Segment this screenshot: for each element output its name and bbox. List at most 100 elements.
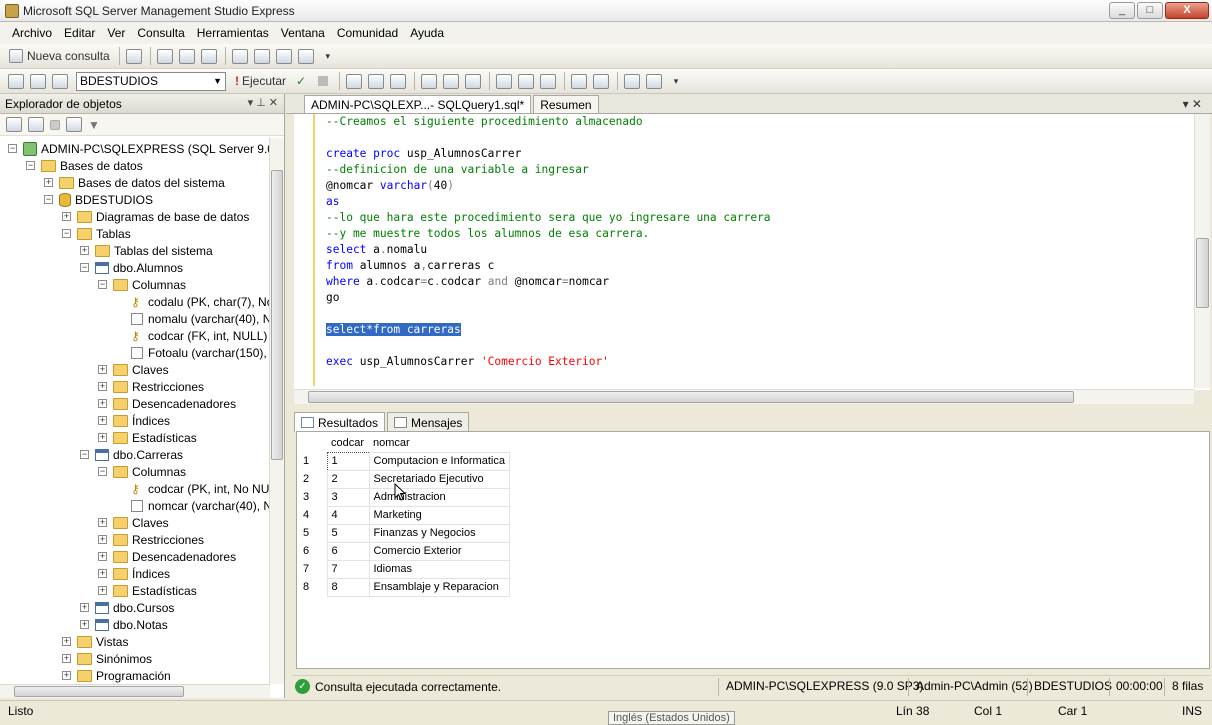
- query-designer-button[interactable]: [366, 71, 386, 91]
- cell-codcar[interactable]: 3: [326, 487, 370, 507]
- cell-nomcar[interactable]: Ensamblaje y Reparacion: [368, 577, 510, 597]
- tree-node[interactable]: + Estadísticas: [98, 582, 197, 599]
- expand-icon[interactable]: +: [98, 365, 107, 374]
- tree-vertical-scrollbar[interactable]: [269, 138, 284, 684]
- disconnect-button[interactable]: [50, 71, 70, 91]
- execute-button[interactable]: ! Ejecutar: [232, 71, 289, 91]
- scrollbar-thumb[interactable]: [1196, 238, 1209, 308]
- cell-nomcar[interactable]: Idiomas: [368, 559, 510, 579]
- menu-comunidad[interactable]: Comunidad: [331, 26, 404, 40]
- expand-icon[interactable]: +: [62, 637, 71, 646]
- expand-icon[interactable]: +: [62, 654, 71, 663]
- collapse-icon[interactable]: −: [98, 467, 107, 476]
- menu-ayuda[interactable]: Ayuda: [404, 26, 450, 40]
- tree-node[interactable]: nomcar (varchar(40), NU: [116, 497, 270, 514]
- menu-consulta[interactable]: Consulta: [131, 26, 190, 40]
- results-file-button[interactable]: [516, 71, 536, 91]
- tree-node[interactable]: + Diagramas de base de datos: [62, 208, 249, 225]
- uncomment-button[interactable]: [591, 71, 611, 91]
- tree-node[interactable]: + Índices: [98, 565, 170, 582]
- expand-icon[interactable]: +: [98, 586, 107, 595]
- cell-codcar[interactable]: 5: [326, 523, 370, 543]
- display-plan-button[interactable]: [344, 71, 364, 91]
- connect-icon[interactable]: [6, 117, 22, 132]
- table-row[interactable]: 5 5 Finanzas y Negocios: [299, 523, 510, 543]
- cell-codcar[interactable]: 4: [326, 505, 370, 525]
- cancel-query-button[interactable]: [313, 71, 333, 91]
- tree-node[interactable]: Fotoalu (varchar(150), N: [116, 344, 270, 361]
- database-select[interactable]: BDESTUDIOS ▼: [76, 71, 226, 91]
- tree-node[interactable]: nomalu (varchar(40), NU: [116, 310, 270, 327]
- tree-node[interactable]: − ADMIN-PC\SQLEXPRESS (SQL Server 9.0.405…: [8, 140, 270, 157]
- scrollbar-thumb[interactable]: [271, 170, 283, 460]
- menu-archivo[interactable]: Archivo: [6, 26, 58, 40]
- tree-node[interactable]: + Claves: [98, 514, 169, 531]
- table-row[interactable]: 4 4 Marketing: [299, 505, 510, 525]
- scrollbar-thumb[interactable]: [14, 686, 184, 697]
- collapse-icon[interactable]: −: [26, 161, 35, 170]
- tab-resumen[interactable]: Resumen: [533, 95, 599, 113]
- expand-icon[interactable]: +: [80, 603, 89, 612]
- tree-node[interactable]: + dbo.Notas: [80, 616, 168, 633]
- collapse-icon[interactable]: −: [98, 280, 107, 289]
- cell-nomcar[interactable]: Administracion: [368, 487, 510, 507]
- template-explorer-button[interactable]: [274, 46, 294, 66]
- tree-node[interactable]: + Bases de datos del sistema: [44, 174, 225, 191]
- tree-node[interactable]: − Tablas: [62, 225, 131, 242]
- expand-icon[interactable]: +: [98, 433, 107, 442]
- cell-nomcar[interactable]: Comercio Exterior: [368, 541, 510, 561]
- tree-node[interactable]: + Tablas del sistema: [80, 242, 213, 259]
- collapse-icon[interactable]: −: [62, 229, 71, 238]
- table-row[interactable]: 1 1 Computacion e Informatica: [299, 451, 510, 471]
- collapse-icon[interactable]: −: [8, 144, 17, 153]
- expand-icon[interactable]: +: [44, 178, 53, 187]
- client-stats-button[interactable]: [441, 71, 461, 91]
- cell-nomcar[interactable]: Marketing: [368, 505, 510, 525]
- save-button[interactable]: [177, 46, 197, 66]
- results-text-alt-button[interactable]: [538, 71, 558, 91]
- tab-resultados[interactable]: Resultados: [294, 412, 386, 432]
- filter-icon[interactable]: ▼: [88, 118, 100, 132]
- cell-codcar[interactable]: 6: [326, 541, 370, 561]
- tab-mensajes[interactable]: Mensajes: [387, 412, 470, 432]
- tree-node[interactable]: ⚷ codcar (FK, int, NULL): [116, 327, 267, 344]
- column-header[interactable]: codcar: [327, 434, 369, 452]
- results-grid-button[interactable]: [494, 71, 514, 91]
- query-editor[interactable]: --Creamos el siguiente procedimiento alm…: [294, 114, 1210, 390]
- increase-indent-button[interactable]: [644, 71, 664, 91]
- tree-node[interactable]: − BDESTUDIOS: [44, 191, 153, 208]
- cell-codcar[interactable]: 7: [326, 559, 370, 579]
- cell-nomcar[interactable]: Computacion e Informatica: [368, 451, 510, 471]
- toolbar-overflow-button[interactable]: ▾: [666, 71, 686, 91]
- close-button[interactable]: X: [1165, 2, 1209, 19]
- stop-icon[interactable]: [50, 119, 60, 130]
- tree-node[interactable]: ⚷ codalu (PK, char(7), No: [116, 293, 270, 310]
- tree-node[interactable]: + Restricciones: [98, 531, 204, 548]
- cell-codcar[interactable]: 8: [326, 577, 370, 597]
- tree-node[interactable]: + Índices: [98, 412, 170, 429]
- include-plan-button[interactable]: [419, 71, 439, 91]
- tree-node[interactable]: + Restricciones: [98, 378, 204, 395]
- editor-horizontal-scrollbar[interactable]: [294, 389, 1194, 404]
- tree-node[interactable]: + Sinónimos: [62, 650, 152, 667]
- collapse-icon[interactable]: −: [44, 195, 53, 204]
- connect-button[interactable]: [6, 71, 26, 91]
- toolbar-overflow-button[interactable]: ▾: [318, 46, 338, 66]
- expand-icon[interactable]: +: [98, 552, 107, 561]
- comment-button[interactable]: [569, 71, 589, 91]
- results-text-button[interactable]: [463, 71, 483, 91]
- collapse-icon[interactable]: −: [80, 450, 89, 459]
- tree-node[interactable]: − Columnas: [98, 276, 186, 293]
- tab-sqlquery1[interactable]: ADMIN-PC\SQLEXP...- SQLQuery1.sql*: [304, 95, 532, 113]
- tree-node[interactable]: + dbo.Cursos: [80, 599, 174, 616]
- expand-icon[interactable]: +: [62, 212, 71, 221]
- expand-icon[interactable]: +: [98, 382, 107, 391]
- expand-icon[interactable]: +: [98, 569, 107, 578]
- cell-codcar[interactable]: 2: [326, 469, 370, 489]
- tree-node[interactable]: − Bases de datos: [26, 157, 143, 174]
- cell-nomcar[interactable]: Finanzas y Negocios: [368, 523, 510, 543]
- registered-servers-button[interactable]: [230, 46, 250, 66]
- table-row[interactable]: 6 6 Comercio Exterior: [299, 541, 510, 561]
- tree-node[interactable]: + Vistas: [62, 633, 128, 650]
- panel-pin-close-icons[interactable]: ▾ ⊥ ✕: [248, 96, 278, 109]
